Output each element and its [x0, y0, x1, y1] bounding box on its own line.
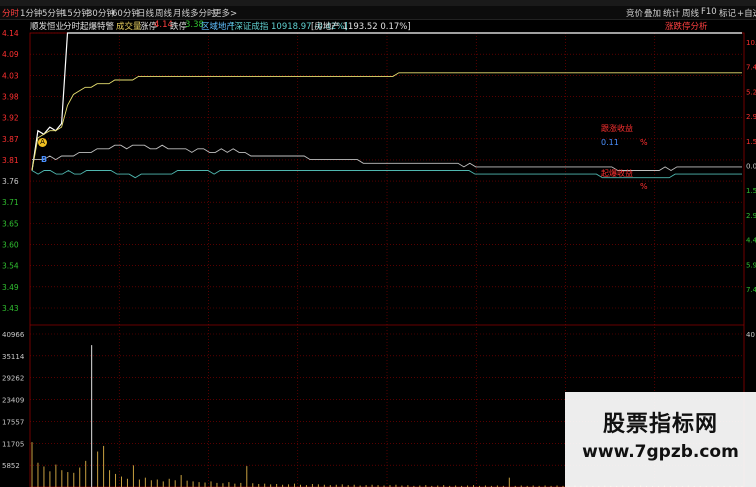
pct-tick-label: 7.4 [746, 286, 756, 294]
price-tick-label: 3.76 [2, 177, 19, 186]
pct-tick-label: 2.9 [746, 113, 756, 121]
volume-tick-label: 40966 [2, 331, 25, 339]
pct-tick-label: 0.0 [746, 163, 756, 171]
price-tick-label: 3.49 [2, 283, 19, 292]
pct-tick-label: 1.5 [746, 138, 756, 146]
watermark-url: www.7gpzb.com [582, 442, 739, 462]
watermark: 股票指标网 www.7gpzb.com [565, 392, 756, 487]
volume-tick-label: 23409 [2, 397, 24, 405]
volume-tick-label: 11705 [2, 440, 24, 448]
price-tick-label: 3.65 [2, 219, 19, 228]
volume-tick-label: 5852 [2, 462, 20, 470]
pct-tick-label: 2.9 [746, 212, 756, 220]
price-tick-label: 3.81 [2, 156, 19, 165]
signal-a-marker: A [38, 138, 47, 147]
pct-sign-2: % [640, 182, 648, 191]
price-tick-label: 3.98 [2, 92, 19, 101]
price-tick-label: 3.60 [2, 241, 19, 250]
follow-up-label: 跟涨收益 [601, 124, 633, 133]
pct-sign-1: % [640, 138, 648, 147]
follow-up-value: 0.11 [601, 138, 619, 147]
price-tick-label: 3.71 [2, 198, 19, 207]
pct-tick-label: 1.5 [746, 187, 756, 195]
pct-tick-label: 5.9 [746, 261, 756, 269]
price-tick-label: 4.14 [2, 29, 19, 38]
pct-tick-label: 5.2 [746, 88, 756, 96]
volume-tick-label-right: 40 [746, 331, 755, 339]
watermark-title: 股票指标网 [602, 412, 718, 437]
price-line [31, 32, 742, 171]
volume-tick-label: 35114 [2, 353, 25, 361]
pct-tick-label: 7.4 [746, 64, 756, 72]
price-tick-label: 3.43 [2, 304, 19, 313]
pct-tick-label: 10. [746, 39, 756, 47]
buy-marker: B [41, 155, 48, 164]
price-tick-label: 3.54 [2, 262, 19, 271]
volume-tick-label: 29262 [2, 375, 24, 383]
volume-tick-label: 17557 [2, 418, 24, 426]
sector-line [32, 144, 742, 172]
pct-tick-label: 4.4 [746, 237, 756, 245]
price-tick-label: 3.92 [2, 114, 19, 123]
price-tick-label: 4.03 [2, 71, 19, 80]
price-tick-label: 3.87 [2, 135, 19, 144]
price-tick-label: 4.09 [2, 50, 19, 59]
breakout-label: 起爆收益 [601, 169, 633, 178]
